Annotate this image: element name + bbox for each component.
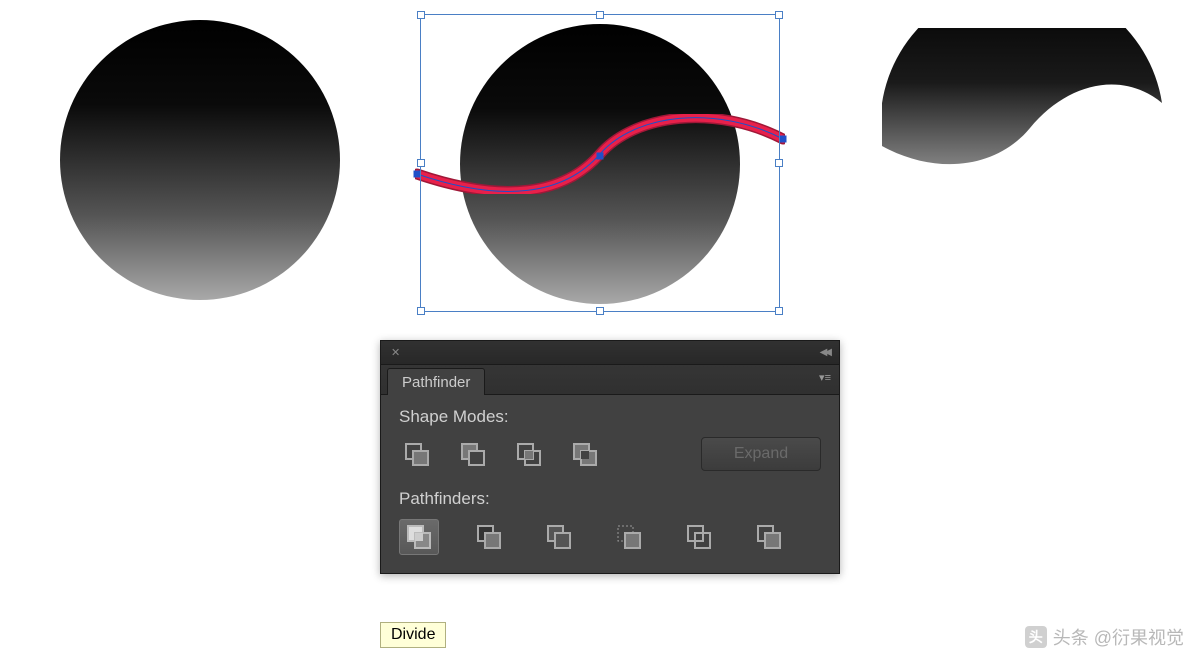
collapse-icon[interactable]: ◀◀ xyxy=(816,345,833,360)
shape-modes-row: Expand xyxy=(399,437,821,471)
watermark-logo-icon: 头 xyxy=(1025,626,1047,648)
resize-handle[interactable] xyxy=(596,11,604,19)
resize-handle[interactable] xyxy=(775,11,783,19)
minus-front-button[interactable] xyxy=(455,439,491,469)
pathfinders-row xyxy=(399,519,821,555)
panel-body: Shape Modes: Expand Pathfinders: xyxy=(381,395,839,573)
anchor-point[interactable] xyxy=(780,136,787,143)
resize-handle[interactable] xyxy=(775,307,783,315)
watermark-text: 头条 @衍果视觉 xyxy=(1053,624,1184,650)
shape-modes-label: Shape Modes: xyxy=(399,407,821,427)
flyout-menu-icon[interactable]: ▾≡ xyxy=(819,371,831,384)
pathfinder-panel: ✕ ◀◀ Pathfinder ▾≡ Shape Modes: Expand P… xyxy=(380,340,840,574)
trim-icon xyxy=(476,524,502,550)
merge-icon xyxy=(546,524,572,550)
resize-handle[interactable] xyxy=(417,307,425,315)
tooltip: Divide xyxy=(380,622,446,648)
trim-button[interactable] xyxy=(469,519,509,555)
resize-handle[interactable] xyxy=(596,307,604,315)
intersect-icon xyxy=(516,442,542,466)
resize-handle[interactable] xyxy=(775,159,783,167)
resize-handle[interactable] xyxy=(417,11,425,19)
crop-icon xyxy=(616,524,642,550)
crop-button[interactable] xyxy=(609,519,649,555)
minus-back-icon xyxy=(756,524,782,550)
selection-bounding-box xyxy=(420,14,780,312)
expand-button[interactable]: Expand xyxy=(701,437,821,471)
merge-button[interactable] xyxy=(539,519,579,555)
pathfinders-label: Pathfinders: xyxy=(399,489,821,509)
divide-button[interactable] xyxy=(399,519,439,555)
outline-icon xyxy=(686,524,712,550)
exclude-button[interactable] xyxy=(567,439,603,469)
panel-tab-bar: Pathfinder ▾≡ xyxy=(381,365,839,395)
gradient-circle-original[interactable] xyxy=(60,20,340,300)
artboard[interactable] xyxy=(0,0,1200,340)
close-icon[interactable]: ✕ xyxy=(387,344,404,361)
resize-handle[interactable] xyxy=(417,159,425,167)
selected-artwork-group[interactable] xyxy=(420,14,780,324)
unite-button[interactable] xyxy=(399,439,435,469)
intersect-button[interactable] xyxy=(511,439,547,469)
exclude-icon xyxy=(572,442,598,466)
watermark: 头 头条 @衍果视觉 xyxy=(1025,624,1184,650)
divided-result-shape[interactable] xyxy=(882,28,1162,178)
panel-header[interactable]: ✕ ◀◀ xyxy=(381,341,839,365)
divide-icon xyxy=(406,524,432,550)
unite-icon xyxy=(404,442,430,466)
minus-back-button[interactable] xyxy=(749,519,789,555)
minus-front-icon xyxy=(460,442,486,466)
outline-button[interactable] xyxy=(679,519,719,555)
tab-pathfinder[interactable]: Pathfinder xyxy=(387,368,485,395)
